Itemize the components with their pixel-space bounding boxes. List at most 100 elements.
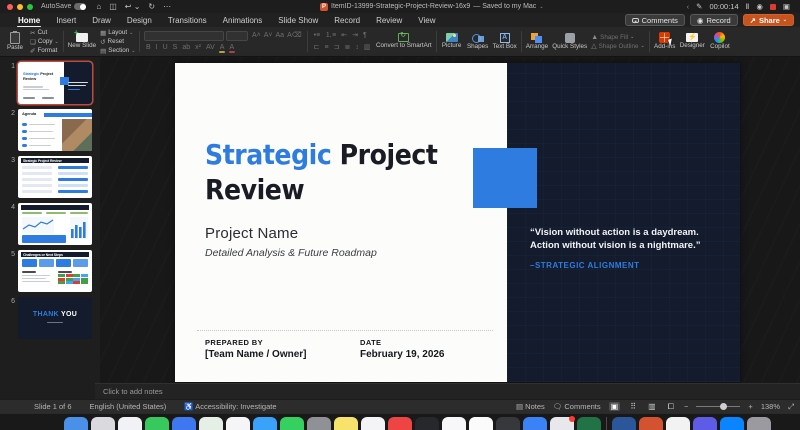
dock-app-blue[interactable]	[720, 417, 744, 430]
dock-terminal[interactable]	[496, 417, 520, 430]
add-ins-button[interactable]: Add-ins	[652, 28, 678, 55]
paste-button[interactable]: Paste	[2, 28, 28, 55]
dock-powerpoint[interactable]	[639, 417, 663, 430]
dock-app-purple[interactable]	[693, 417, 717, 430]
normal-view-button[interactable]: ▣	[608, 402, 621, 411]
text-box-button[interactable]: A Text Box	[491, 28, 519, 55]
tab-slide-show[interactable]: Slide Show	[270, 13, 326, 27]
dock-excel[interactable]	[577, 417, 601, 430]
slide-2-thumbnail[interactable]: Agenda	[18, 109, 92, 151]
tab-view[interactable]: View	[410, 13, 443, 27]
shapes-button[interactable]: Shapes	[465, 28, 491, 55]
slide-6-thumbnail[interactable]: THANK YOU	[18, 297, 92, 339]
dock-keynote[interactable]	[666, 417, 690, 430]
tab-home[interactable]: Home	[10, 13, 48, 27]
slide-sorter-view-button[interactable]: ⠿	[628, 402, 638, 411]
dock-photos[interactable]	[226, 417, 250, 430]
dock-mail[interactable]	[253, 417, 277, 430]
tab-animations[interactable]: Animations	[215, 13, 271, 27]
dock-settings[interactable]	[307, 417, 331, 430]
dock-clock[interactable]	[415, 417, 439, 430]
dock-app-store[interactable]	[172, 417, 196, 430]
camera-icon[interactable]: ◉	[756, 2, 763, 11]
quick-styles-button[interactable]: Quick Styles	[550, 28, 589, 55]
tab-record[interactable]: Record	[326, 13, 368, 27]
dock-music[interactable]	[388, 417, 412, 430]
copilot-button[interactable]: Copilot	[707, 28, 733, 55]
fit-slide-icon[interactable]: ⤢	[788, 402, 794, 412]
pen-icon[interactable]: ✎	[696, 2, 702, 11]
dock-maps[interactable]	[199, 417, 223, 430]
notes-toggle[interactable]: ▤ Notes	[516, 402, 545, 411]
dock-chrome[interactable]	[469, 417, 493, 430]
pause-icon[interactable]: Ⅱ	[746, 2, 750, 11]
slideshow-view-button[interactable]: ⧠	[666, 402, 676, 412]
dock-reminders[interactable]	[442, 417, 466, 430]
designer-button[interactable]: ⚡ Designer	[678, 28, 707, 55]
slide-3-thumbnail[interactable]: Strategic Project Review	[18, 156, 92, 198]
fullscreen-button[interactable]	[27, 3, 33, 10]
dock-facetime[interactable]	[145, 417, 169, 430]
tab-transitions[interactable]: Transitions	[160, 13, 215, 27]
section-button[interactable]: ▤ Section ⌄	[100, 47, 135, 55]
slide-5-thumbnail[interactable]: Challenges or Next Steps	[18, 250, 92, 292]
slide-4-thumbnail[interactable]	[18, 203, 92, 245]
dock-launchpad[interactable]	[91, 417, 115, 430]
quote-text[interactable]: “Vision without action is a daydream. Ac…	[530, 226, 722, 253]
zoom-slider-knob[interactable]	[720, 403, 728, 410]
undo-icon[interactable]: ↩ ⌄	[125, 2, 141, 11]
dock-divider[interactable]	[606, 417, 607, 430]
tab-review[interactable]: Review	[368, 13, 410, 27]
more-commands-icon[interactable]: ⋯	[163, 2, 171, 11]
slide-indicator[interactable]: Slide 1 of 6	[34, 402, 72, 411]
dock-trash[interactable]	[747, 417, 771, 430]
dock-safari[interactable]	[118, 417, 142, 430]
slide-subtitle[interactable]: Detailed Analysis & Future Roadmap	[205, 247, 377, 259]
redo-icon[interactable]: ↻	[148, 2, 155, 11]
minimize-button[interactable]	[17, 3, 23, 10]
dock-calendar[interactable]	[361, 417, 385, 430]
close-button[interactable]	[7, 3, 13, 10]
project-name-text[interactable]: Project Name	[205, 225, 298, 242]
back-icon[interactable]: ‹	[687, 2, 690, 11]
layout-button[interactable]: ▦ Layout ⌄	[100, 29, 135, 37]
reset-button[interactable]: ↺ Reset	[100, 38, 135, 46]
zoom-level[interactable]: 138%	[761, 402, 780, 411]
arrange-button[interactable]: Arrange	[524, 28, 550, 55]
convert-smartart-button[interactable]: Convert to SmartArt	[374, 28, 434, 55]
zoom-slider[interactable]	[696, 403, 741, 410]
comments-button[interactable]: Comments	[624, 14, 685, 26]
comments-toggle[interactable]: 🗨 Comments	[553, 402, 601, 411]
pip-icon[interactable]: ▣	[783, 2, 790, 11]
dock-word[interactable]	[612, 417, 636, 430]
chevron-down-icon[interactable]: ⌄	[539, 4, 543, 10]
dock-xcode[interactable]	[523, 417, 547, 430]
share-button[interactable]: ↗ Share ⌄	[742, 14, 794, 26]
format-painter-button[interactable]: ✐ Format	[30, 47, 59, 55]
record-button[interactable]: ◉ Record	[689, 14, 738, 26]
save-icon[interactable]: ◫	[109, 2, 117, 11]
tab-insert[interactable]: Insert	[48, 13, 84, 27]
autosave-toggle[interactable]: AutoSave	[41, 3, 87, 10]
notes-pane[interactable]: Click to add notes	[95, 383, 800, 399]
dock-app-badge[interactable]	[550, 416, 575, 430]
language-indicator[interactable]: English (United States)	[90, 402, 167, 411]
new-slide-button[interactable]: New Slide	[66, 28, 98, 55]
prepared-by-block[interactable]: PREPARED BY [Team Name / Owner]	[205, 338, 307, 360]
date-block[interactable]: DATE February 19, 2026	[360, 338, 445, 360]
slide-title[interactable]: Strategic Project Review	[205, 137, 475, 208]
reading-view-button[interactable]: ▥	[646, 402, 658, 411]
accessibility-status[interactable]: ♿ Accessibility: Investigate	[184, 402, 276, 411]
zoom-out-icon[interactable]: −	[684, 402, 688, 411]
stop-recording-icon[interactable]	[769, 3, 776, 10]
dock-finder[interactable]	[64, 417, 88, 430]
home-icon[interactable]: ⌂	[96, 2, 101, 11]
tab-design[interactable]: Design	[119, 13, 160, 27]
copy-button[interactable]: ❏ Copy ⌄	[30, 38, 59, 46]
cut-button[interactable]: ✂ Cut	[30, 29, 59, 37]
zoom-in-icon[interactable]: +	[748, 402, 752, 411]
tab-draw[interactable]: Draw	[84, 13, 119, 27]
dock-messages[interactable]	[280, 417, 304, 430]
slide-canvas[interactable]: Strategic Project Review Project Name De…	[175, 63, 740, 382]
dock-notes[interactable]	[334, 417, 358, 430]
